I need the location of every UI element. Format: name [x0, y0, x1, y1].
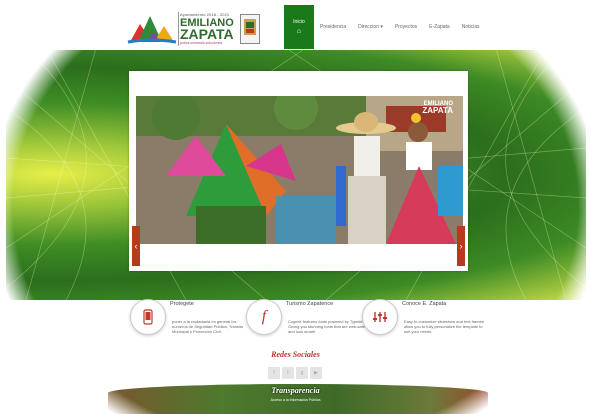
nav-item-proyectos[interactable]: Proyectos	[389, 5, 423, 49]
slider-prev-button[interactable]: ‹	[132, 226, 140, 266]
slide-photo: EMILIANO ZAPATA	[136, 96, 463, 244]
main-nav: Inicio ⌂ Presidencia Direccion ▾ Proyect…	[284, 5, 486, 49]
font-f-icon[interactable]: f	[246, 299, 282, 335]
municipal-logo-icon[interactable]	[126, 12, 178, 46]
transparency-subtitle: Acceso a la Información Pública	[270, 398, 321, 402]
brand-block[interactable]: Ayuntamiento 2018 - 2021 EMILIANO ZAPATA…	[178, 12, 234, 46]
sliders-icon[interactable]	[362, 299, 398, 335]
nav-item-noticias[interactable]: Noticias	[456, 5, 486, 49]
feature-desc: Easy to customize slideshow and text fra…	[404, 319, 484, 334]
feature-protegete[interactable]: Protegete poner a la ciudadania en gener…	[130, 299, 250, 351]
seal-icon	[240, 14, 260, 44]
page: Ayuntamiento 2018 - 2021 EMILIANO ZAPATA…	[0, 0, 591, 414]
feature-conoce[interactable]: Conoce E. Zapata Easy to customize slide…	[362, 299, 484, 351]
feature-title: Protegete	[170, 301, 194, 307]
nav-item-e-zapata[interactable]: E-Zapata	[423, 5, 456, 49]
folk-dancers-photo	[136, 96, 463, 244]
social-title: Redes Sociales	[271, 350, 320, 359]
transparency-title[interactable]: Transparencia	[0, 386, 591, 395]
site-header: Ayuntamiento 2018 - 2021 EMILIANO ZAPATA…	[0, 0, 591, 50]
google-plus-icon[interactable]: g	[296, 367, 308, 379]
brand-name-line2: ZAPATA	[180, 26, 234, 42]
feature-desc: Cogent' features fonts powered by Typeki…	[288, 319, 365, 334]
feature-title: Conoce E. Zapata	[402, 301, 447, 307]
nav-item-direccion[interactable]: Direccion ▾	[352, 5, 389, 49]
feature-turismo[interactable]: f Turismo Zapatence Cogent' features fon…	[246, 299, 366, 351]
nav-item-presidencia[interactable]: Presidencia	[314, 5, 352, 49]
image-slider[interactable]: EMILIANO ZAPATA	[129, 71, 468, 271]
feature-desc: poner a la ciudadania en general los núm…	[172, 319, 244, 334]
slider-next-button[interactable]: ›	[457, 226, 465, 266]
slide-overlay-logo: EMILIANO ZAPATA	[422, 101, 453, 115]
facebook-icon[interactable]: f	[268, 367, 280, 379]
youtube-icon[interactable]: ▶	[310, 367, 322, 379]
slide-overlay-logo-line2: ZAPATA	[422, 106, 453, 115]
nav-item-inicio[interactable]: Inicio ⌂	[284, 5, 314, 49]
feature-title: Turismo Zapatence	[286, 301, 334, 307]
mobile-phone-icon[interactable]	[130, 299, 166, 335]
nav-label-inicio: Inicio	[293, 19, 305, 25]
twitter-icon[interactable]: t	[282, 367, 294, 379]
home-icon: ⌂	[296, 28, 302, 35]
social-icons: f t g ▶	[268, 367, 322, 379]
